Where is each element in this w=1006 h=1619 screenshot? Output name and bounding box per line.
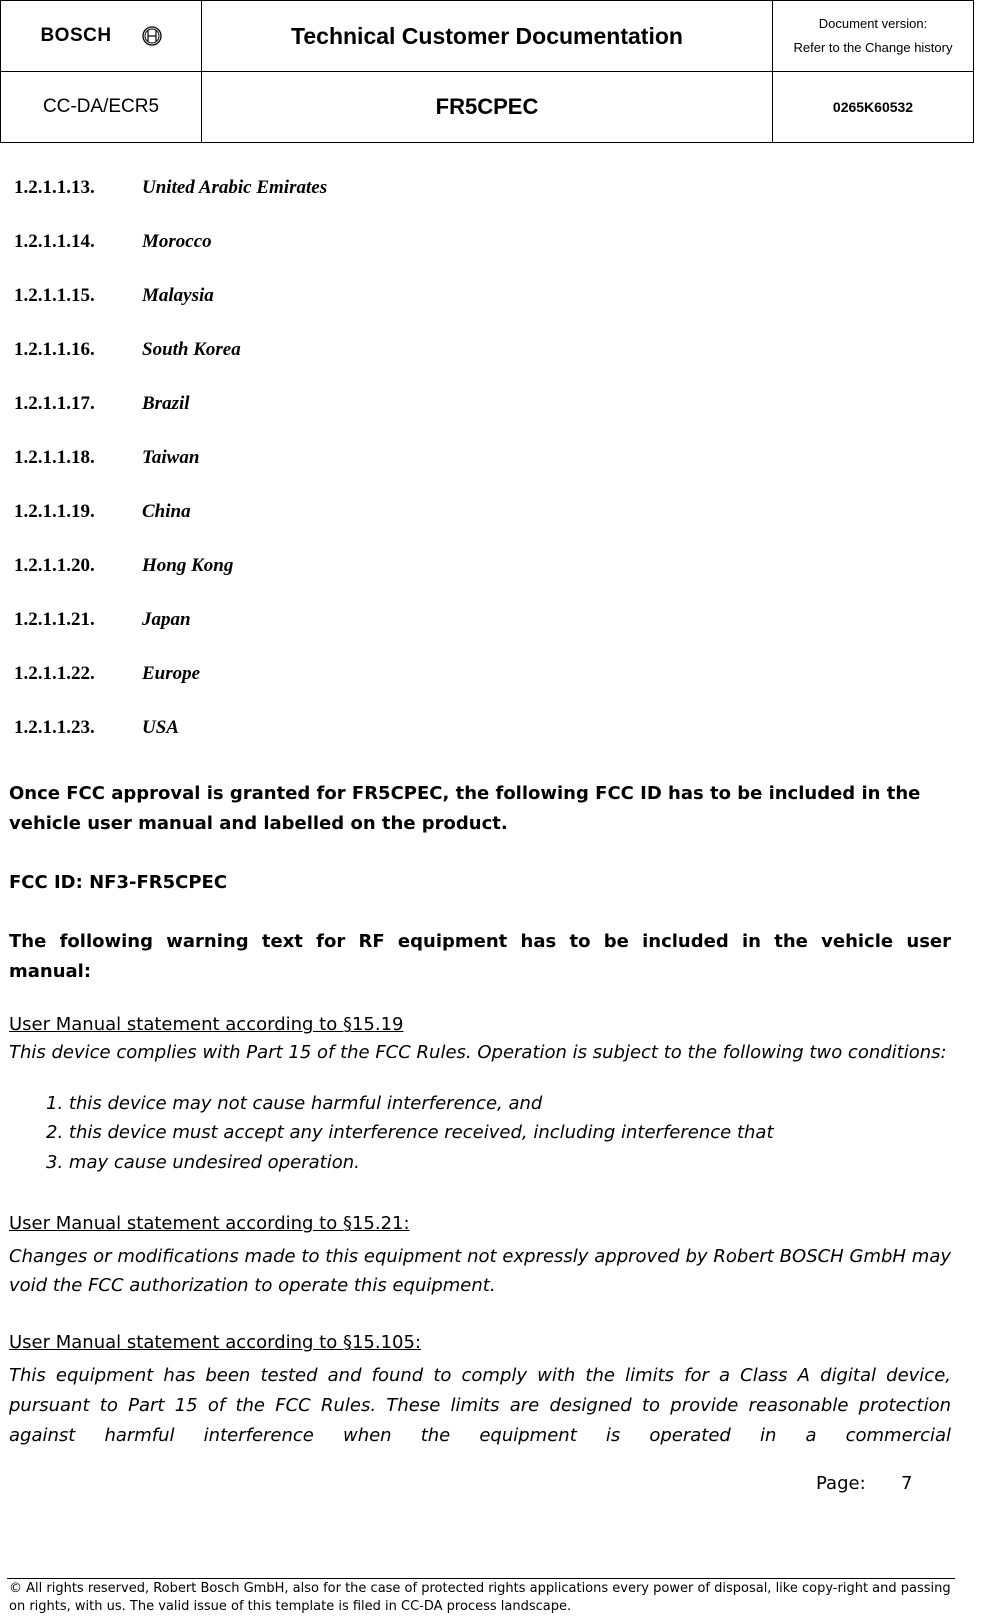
version-value: Refer to the Change history <box>793 40 953 55</box>
statement-15105-text: This equipment has been tested and found… <box>9 1365 951 1446</box>
statement-15105-title: User Manual statement according to §15.1… <box>9 1332 422 1353</box>
bosch-armature-icon <box>141 26 162 46</box>
logo-cell: BOSCH <box>0 0 202 72</box>
section-heading: 1.2.1.1.13. United Arabic Emirates <box>14 177 328 198</box>
fcc-intro-paragraph: Once FCC approval is granted for FR5CPEC… <box>9 783 921 834</box>
department: CC-DA/ECR5 <box>0 71 202 143</box>
section-heading: 1.2.1.1.16. South Korea <box>14 339 241 360</box>
section-heading: 1.2.1.1.14. Morocco <box>14 231 212 252</box>
condition-item: 1. this device may not cause harmful int… <box>46 1093 543 1114</box>
document-version: Document version: Refer to the Change hi… <box>772 0 974 72</box>
statement-1519-title: User Manual statement according to §15.1… <box>9 1014 404 1035</box>
logo-text: BOSCH <box>40 25 112 46</box>
condition-item: 3. may cause undesired operation. <box>46 1152 360 1173</box>
statement-1521-text: Changes or modifications made to this eq… <box>9 1246 951 1296</box>
statement-1521-title: User Manual statement according to §15.2… <box>9 1213 410 1234</box>
product-name: FR5CPEC <box>201 71 773 143</box>
fcc-id: FCC ID: NF3-FR5CPEC <box>9 872 228 893</box>
document-header: BOSCH Technical Customer Documentation D… <box>0 0 974 143</box>
document-title: Technical Customer Documentation <box>201 0 773 72</box>
condition-item: 2. this device must accept any interfere… <box>46 1122 774 1143</box>
version-label: Document version: <box>818 16 928 31</box>
page-number: 7 <box>901 1473 913 1494</box>
section-heading: 1.2.1.1.23. USA <box>14 717 179 738</box>
section-heading: 1.2.1.1.15. Malaysia <box>14 285 214 306</box>
statement-1519-text: This device complies with Part 15 of the… <box>9 1042 947 1063</box>
document-number: 0265K60532 <box>772 71 974 143</box>
section-heading: 1.2.1.1.22. Europe <box>14 663 201 684</box>
bosch-logo: BOSCH <box>40 25 162 47</box>
section-heading: 1.2.1.1.20. Hong Kong <box>14 555 234 576</box>
section-heading: 1.2.1.1.17. Brazil <box>14 393 190 414</box>
warning-intro-paragraph: The following warning text for RF equipm… <box>9 931 951 982</box>
footer-copyright: © All rights reserved, Robert Bosch GmbH… <box>9 1581 951 1614</box>
page-label: Page: <box>816 1473 866 1494</box>
section-heading: 1.2.1.1.19. China <box>14 501 191 522</box>
section-heading: 1.2.1.1.21. Japan <box>14 609 191 630</box>
footer-divider <box>7 1578 955 1579</box>
section-heading: 1.2.1.1.18. Taiwan <box>14 447 200 468</box>
